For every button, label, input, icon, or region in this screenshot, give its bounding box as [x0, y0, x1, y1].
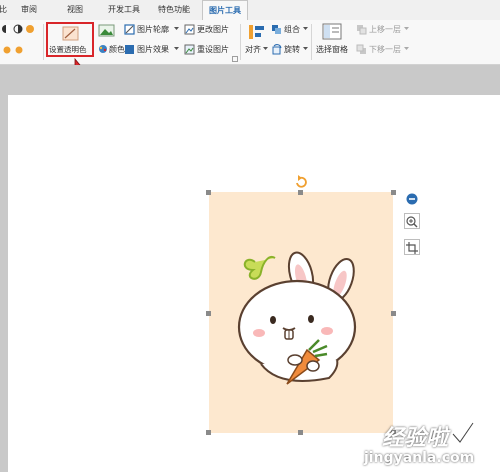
- tab-developer[interactable]: 开发工具: [102, 0, 146, 20]
- tab-special-features[interactable]: 特色功能: [152, 0, 196, 20]
- chevron-down-icon[interactable]: [174, 47, 179, 51]
- color-button[interactable]: 颜色: [109, 44, 125, 55]
- resize-handle-bottom[interactable]: [298, 430, 303, 435]
- resize-handle-left[interactable]: [206, 311, 211, 316]
- resize-handle-top-right[interactable]: [391, 190, 396, 195]
- chevron-down-icon[interactable]: [263, 47, 268, 51]
- chevron-down-icon[interactable]: [303, 27, 308, 31]
- tab-picture-tools[interactable]: 图片工具: [202, 0, 248, 22]
- zoom-button[interactable]: [404, 213, 420, 229]
- tab-fragment[interactable]: 比: [0, 0, 10, 20]
- chevron-down-icon: [404, 27, 409, 30]
- group-icon[interactable]: [271, 24, 282, 35]
- tab-review[interactable]: 审阅: [14, 0, 44, 20]
- resize-handle-right[interactable]: [391, 311, 396, 316]
- group-button[interactable]: 组合: [284, 24, 300, 35]
- selection-pane-button[interactable]: 选择窗格: [316, 44, 348, 55]
- resize-handle-bottom-left[interactable]: [206, 430, 211, 435]
- watermark-url: jingyanla.com: [364, 450, 475, 466]
- selection-pane-icon[interactable]: [322, 23, 342, 41]
- rotate-handle-icon[interactable]: [294, 175, 308, 189]
- ribbon-separator: [240, 24, 241, 60]
- transparent-color-icon: [62, 26, 79, 41]
- bring-forward-button: 上移一层: [369, 25, 401, 34]
- send-backward-button: 下移一层: [369, 45, 401, 54]
- chevron-down-icon[interactable]: [303, 47, 308, 51]
- checkmark-icon: [451, 422, 475, 445]
- ribbon-separator: [311, 24, 312, 60]
- ribbon-tab-bar: 比 审阅 视图 开发工具 特色功能 图片工具: [0, 0, 500, 22]
- crop-icon: [406, 242, 418, 254]
- tab-view[interactable]: 视图: [60, 0, 90, 20]
- picture-effects-button[interactable]: 图片效果: [137, 44, 169, 55]
- resize-handle-top[interactable]: [298, 190, 303, 195]
- change-picture-icon[interactable]: [184, 24, 195, 35]
- picture-color-icon[interactable]: [98, 24, 116, 38]
- align-icon[interactable]: [247, 23, 265, 41]
- picture-outline-button[interactable]: 图片轮廓: [137, 24, 169, 35]
- bunny-picture[interactable]: [209, 192, 393, 433]
- bunny-illustration: [237, 251, 357, 385]
- chevron-down-icon[interactable]: [174, 27, 179, 31]
- resize-handle-top-left[interactable]: [206, 190, 211, 195]
- ribbon-separator: [43, 24, 44, 60]
- change-picture-button[interactable]: 更改图片: [197, 24, 229, 35]
- ribbon-toolbar: 设置透明色 颜色 图片轮廓 图片效果 更改图片 重设图片 对齐 组合 旋转 选择…: [0, 20, 500, 78]
- reset-picture-button[interactable]: 重设图片: [197, 44, 229, 55]
- zoom-in-icon: [406, 216, 418, 228]
- rotate-icon[interactable]: [271, 44, 282, 55]
- send-backward-icon: [356, 44, 366, 54]
- bring-forward-icon: [357, 25, 367, 35]
- align-button[interactable]: 对齐: [245, 44, 261, 55]
- collapse-minus-icon[interactable]: [406, 193, 418, 205]
- crop-button[interactable]: [404, 239, 420, 255]
- picture-outline-icon[interactable]: [124, 24, 135, 35]
- watermark-title: 经验啦: [382, 426, 449, 451]
- contrast-icon[interactable]: [2, 23, 42, 59]
- dialog-launcher-icon[interactable]: [232, 56, 238, 62]
- set-transparent-color-label: 设置透明色: [49, 45, 87, 54]
- picture-effects-icon[interactable]: [124, 44, 135, 55]
- set-transparent-color-button[interactable]: 设置透明色: [46, 22, 94, 57]
- chevron-down-icon: [404, 47, 409, 50]
- rotate-button[interactable]: 旋转: [284, 44, 300, 55]
- reset-picture-icon[interactable]: [184, 44, 195, 55]
- color-palette-icon[interactable]: [98, 44, 108, 54]
